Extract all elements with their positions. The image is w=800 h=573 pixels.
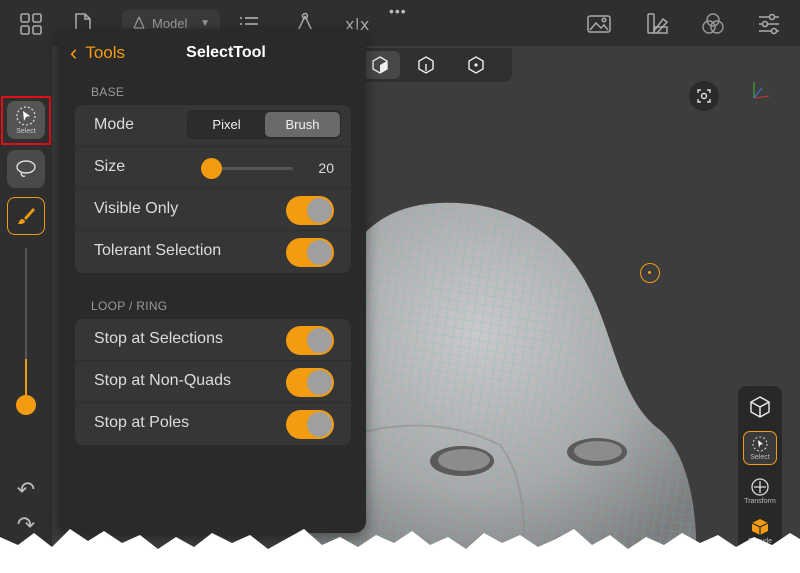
brush-size-slider-knob[interactable] — [16, 395, 36, 415]
visible-only-label: Visible Only — [94, 200, 179, 217]
left-toolbar: Select ↶ ↷ — [0, 46, 52, 573]
mode-pixel-option[interactable]: Pixel — [189, 112, 264, 137]
hex-edge-icon — [418, 56, 434, 74]
mode-brush-option[interactable]: Brush — [265, 112, 340, 137]
mode-label: Mode — [94, 116, 135, 133]
sliders-icon[interactable] — [756, 11, 782, 37]
solid-view-button[interactable] — [360, 51, 400, 79]
size-slider-knob[interactable] — [201, 158, 222, 179]
loop-ring-settings-group: Stop at Selections Stop at Non-Quads Sto… — [75, 319, 351, 445]
view-mode-bar — [356, 48, 512, 82]
base-settings-group: Mode Pixel Brush Size 20 Visible Only To… — [75, 105, 351, 273]
wire-view-button[interactable] — [406, 51, 446, 79]
grid-icon[interactable] — [18, 11, 44, 37]
axis-gizmo-icon — [753, 82, 770, 99]
caret-down-icon: ▼ — [200, 17, 210, 29]
stop-selections-row: Stop at Selections — [75, 319, 351, 361]
stop-nonquads-row: Stop at Non-Quads — [75, 361, 351, 403]
brush-tool-button[interactable] — [7, 197, 45, 235]
stop-selections-toggle[interactable] — [286, 326, 334, 355]
brush-icon — [18, 208, 35, 224]
brush-size-slider[interactable] — [25, 248, 27, 413]
stop-poles-toggle[interactable] — [286, 410, 334, 439]
transform-tool-button[interactable]: Transform — [743, 474, 777, 508]
swatch-icon[interactable] — [644, 11, 670, 37]
visible-only-toggle[interactable] — [286, 196, 334, 225]
stop-poles-label: Stop at Poles — [94, 414, 190, 431]
cube-icon — [750, 396, 770, 418]
size-label: Size — [94, 158, 126, 175]
mode-segmented-control: Pixel Brush — [187, 110, 341, 139]
size-row: Size 20 — [75, 147, 351, 189]
highlight-box — [1, 96, 51, 145]
section-header-loop-ring: LOOP / RING — [91, 299, 168, 313]
size-value: 20 — [318, 160, 334, 176]
section-header-base: BASE — [91, 85, 125, 99]
focus-icon — [697, 89, 711, 103]
cube-icon — [372, 56, 388, 74]
panel-title: SelectTool — [186, 44, 266, 61]
stop-poles-row: Stop at Poles — [75, 403, 351, 445]
model-icon — [133, 16, 145, 29]
app-window: Model ▼ ••• x|x Select ↶ ↷ Select Transf… — [0, 0, 800, 573]
lasso-icon — [16, 160, 36, 177]
mode-row: Mode Pixel Brush — [75, 105, 351, 147]
transform-rail-caption: Transform — [744, 498, 776, 505]
image-icon[interactable] — [586, 11, 612, 37]
more-dots-icon[interactable]: ••• — [389, 3, 407, 19]
pivot-point-icon[interactable] — [640, 263, 660, 283]
lasso-tool-button[interactable] — [7, 150, 45, 188]
stop-selections-label: Stop at Selections — [94, 330, 223, 347]
select-rail-caption: Select — [750, 454, 770, 461]
material-icon[interactable] — [700, 11, 726, 37]
undo-icon[interactable]: ↶ — [14, 478, 38, 502]
hex-dot-icon — [468, 56, 484, 74]
object-mode-button[interactable] — [743, 390, 777, 424]
tolerant-selection-toggle[interactable] — [286, 238, 334, 267]
select-cursor-icon — [752, 436, 768, 452]
tolerant-selection-label: Tolerant Selection — [94, 242, 222, 259]
tolerant-selection-row: Tolerant Selection — [75, 231, 351, 273]
vertex-view-button[interactable] — [456, 51, 496, 79]
select-tool-rail-button[interactable]: Select — [743, 431, 777, 465]
visible-only-row: Visible Only — [75, 189, 351, 231]
stop-nonquads-toggle[interactable] — [286, 368, 334, 397]
stop-nonquads-label: Stop at Non-Quads — [94, 372, 231, 389]
transform-icon — [751, 478, 769, 496]
focus-camera-button[interactable] — [689, 81, 719, 111]
torn-edge — [0, 529, 800, 573]
select-tool-panel: ‹ Tools SelectTool BASE Mode Pixel Brush… — [58, 29, 366, 533]
